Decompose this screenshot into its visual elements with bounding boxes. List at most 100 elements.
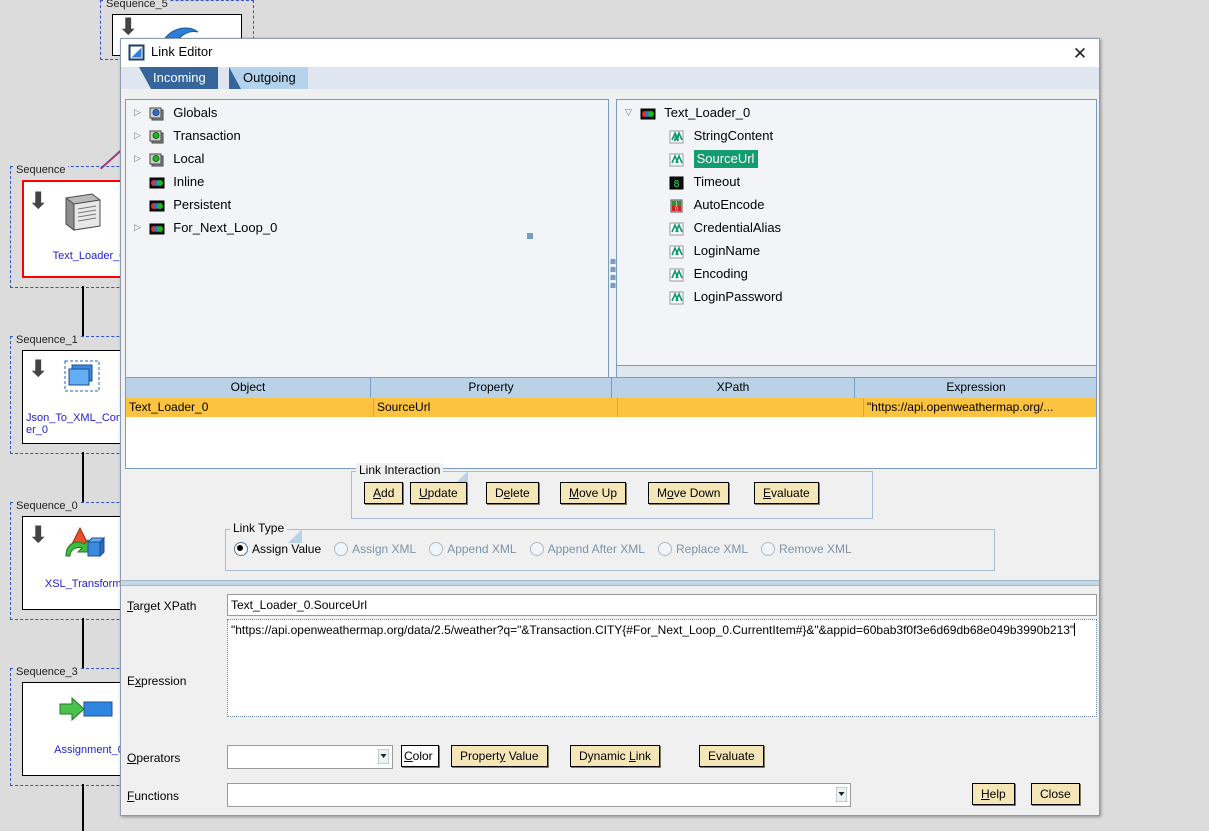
radio-assign-value[interactable]: Assign Value	[234, 542, 321, 556]
tab-outgoing[interactable]: Outgoing	[229, 67, 308, 89]
tree-item-persistent[interactable]: Persistent	[126, 192, 608, 215]
chevron-right-icon[interactable]: ▷	[130, 147, 145, 170]
radio-append-xml[interactable]: Append XML	[429, 542, 517, 556]
json-converter-icon	[64, 360, 100, 392]
drop-marker	[527, 233, 533, 239]
dynamic-link-button[interactable]: Dynamic Link	[570, 745, 661, 767]
radio-assign-xml[interactable]: Assign XML	[334, 542, 416, 556]
step-label-text: Json_To_XML_Conv er_0	[26, 412, 128, 436]
cell-xpath[interactable]	[618, 398, 864, 417]
source-tree-panel[interactable]: ▷ Globals ▷ Transaction ▷ Local Inline P…	[125, 99, 609, 409]
xsl-transform-icon	[62, 522, 106, 562]
tree-item-label-selected: SourceUrl	[693, 150, 759, 169]
dialog-titlebar: Link Editor ✕	[121, 39, 1099, 68]
tree-item-sourceurl[interactable]: SourceUrl	[617, 146, 1096, 169]
link-table[interactable]: Object Property XPath Expression Text_Lo…	[125, 377, 1097, 469]
chevron-right-icon[interactable]: ▷	[130, 124, 145, 147]
tree-item-autoencode[interactable]: 10 AutoEncode	[617, 192, 1096, 215]
tree-item-label: Text_Loader_0	[664, 105, 751, 121]
tree-item-label: Timeout	[693, 174, 741, 190]
tree-item-transaction[interactable]: ▷ Transaction	[126, 123, 608, 146]
link-interaction-group: Link Interaction Add Update Delete Move …	[351, 463, 873, 519]
down-arrow-icon: ⬇	[29, 522, 48, 547]
chevron-right-icon[interactable]: ▷	[130, 101, 145, 124]
cell-property[interactable]: SourceUrl	[374, 398, 618, 417]
target-tree-panel[interactable]: ▽ Text_Loader_0 ll StringContent SourceU…	[616, 99, 1097, 409]
chevron-down-icon[interactable]	[835, 786, 848, 803]
radio-replace-xml[interactable]: Replace XML	[657, 542, 748, 556]
tree-item-label: Encoding	[693, 266, 748, 282]
property-value-button[interactable]: Property Value	[451, 745, 548, 767]
tree-item-for-next-loop-0[interactable]: ▷ For_Next_Loop_0	[126, 215, 608, 238]
tree-item-loginpassword[interactable]: LoginPassword	[617, 284, 1096, 307]
down-arrow-icon: ⬇	[29, 356, 48, 381]
move-up-button[interactable]: Move Up	[560, 482, 627, 504]
functions-combo[interactable]	[227, 783, 851, 807]
operators-label: Operators	[127, 751, 181, 765]
splitter-grip	[610, 275, 616, 280]
svg-text:8: 8	[673, 179, 679, 190]
splitter-grip	[610, 259, 616, 264]
tree-item-loginname[interactable]: LoginName	[617, 238, 1096, 261]
link-editor-dialog: Link Editor ✕ Incoming Outgoing ▷ Global…	[120, 38, 1100, 816]
close-button[interactable]: Close	[1031, 783, 1080, 805]
help-button[interactable]: Help	[972, 783, 1015, 805]
table-header: Object Property XPath Expression	[126, 378, 1096, 398]
tree-item-credentialalias[interactable]: CredentialAlias	[617, 215, 1096, 238]
svg-text:0: 0	[675, 206, 678, 212]
operators-combo[interactable]	[227, 745, 393, 769]
expression-textarea[interactable]: "https://api.openweathermap.org/data/2.5…	[227, 619, 1097, 717]
evaluate-button[interactable]: Evaluate	[754, 482, 819, 504]
string-prop-icon	[669, 266, 685, 282]
radio-label: Assign XML	[352, 542, 417, 556]
chevron-right-icon[interactable]: ▷	[130, 216, 145, 239]
tree-item-label: Globals	[173, 105, 218, 121]
table-row[interactable]: Text_Loader_0 SourceUrl "https://api.ope…	[126, 398, 1096, 417]
radio-append-after-xml[interactable]: Append After XML	[529, 542, 645, 556]
connector-line	[82, 286, 84, 336]
tree-item-local[interactable]: ▷ Local	[126, 146, 608, 169]
evaluate-button-bottom[interactable]: Evaluate	[699, 745, 764, 767]
connector-line	[82, 618, 84, 668]
text-caret	[1074, 623, 1076, 636]
cell-object[interactable]: Text_Loader_0	[126, 398, 374, 417]
close-icon[interactable]: ✕	[1067, 42, 1093, 64]
string-prop-icon	[669, 243, 685, 259]
target-xpath-input[interactable]: Text_Loader_0.SourceUrl	[227, 594, 1097, 616]
link-type-title: Link Type	[230, 521, 288, 535]
delete-button[interactable]: Delete	[486, 482, 539, 504]
tree-item-inline[interactable]: Inline	[126, 169, 608, 192]
string-prop-icon	[669, 220, 685, 236]
column-header-expression[interactable]: Expression	[855, 378, 1096, 398]
string-prop-icon	[669, 151, 685, 167]
module-rgb-icon	[149, 197, 165, 212]
tree-item-encoding[interactable]: Encoding	[617, 261, 1096, 284]
cell-expression[interactable]: "https://api.openweathermap.org/...	[864, 398, 1096, 417]
radio-dot	[429, 542, 444, 556]
splitter-grip	[610, 283, 616, 288]
sequence-label: Sequence_1	[14, 334, 80, 346]
radio-remove-xml[interactable]: Remove XML	[761, 542, 852, 556]
tree-item-label: Transaction	[173, 128, 241, 144]
assignment-icon	[58, 696, 114, 722]
number-prop-icon: 8	[669, 174, 685, 190]
chevron-down-icon[interactable]: ▽	[621, 101, 636, 124]
down-arrow-icon: ⬇	[29, 188, 48, 213]
chevron-down-icon[interactable]	[377, 748, 390, 765]
tree-item-globals[interactable]: ▷ Globals	[126, 100, 608, 123]
functions-label: Functions	[127, 789, 180, 803]
column-header-xpath[interactable]: XPath	[612, 378, 855, 398]
color-button[interactable]: Color	[401, 745, 439, 767]
column-header-object[interactable]: Object	[126, 378, 371, 398]
down-arrow-icon: ⬇	[119, 14, 138, 39]
tree-item-stringcontent[interactable]: ll StringContent	[617, 123, 1096, 146]
tree-item-timeout[interactable]: 8 Timeout	[617, 169, 1096, 192]
column-header-property[interactable]: Property	[371, 378, 612, 398]
tree-item-text-loader-0[interactable]: ▽ Text_Loader_0	[617, 100, 1096, 123]
tab-outgoing-label: Outgoing	[243, 70, 296, 85]
tab-incoming[interactable]: Incoming	[139, 67, 218, 89]
add-button[interactable]: Add	[364, 482, 404, 504]
move-down-button[interactable]: Move Down	[648, 482, 730, 504]
expression-value: "https://api.openweathermap.org/data/2.5…	[231, 623, 1075, 637]
update-button[interactable]: Update	[410, 482, 467, 504]
